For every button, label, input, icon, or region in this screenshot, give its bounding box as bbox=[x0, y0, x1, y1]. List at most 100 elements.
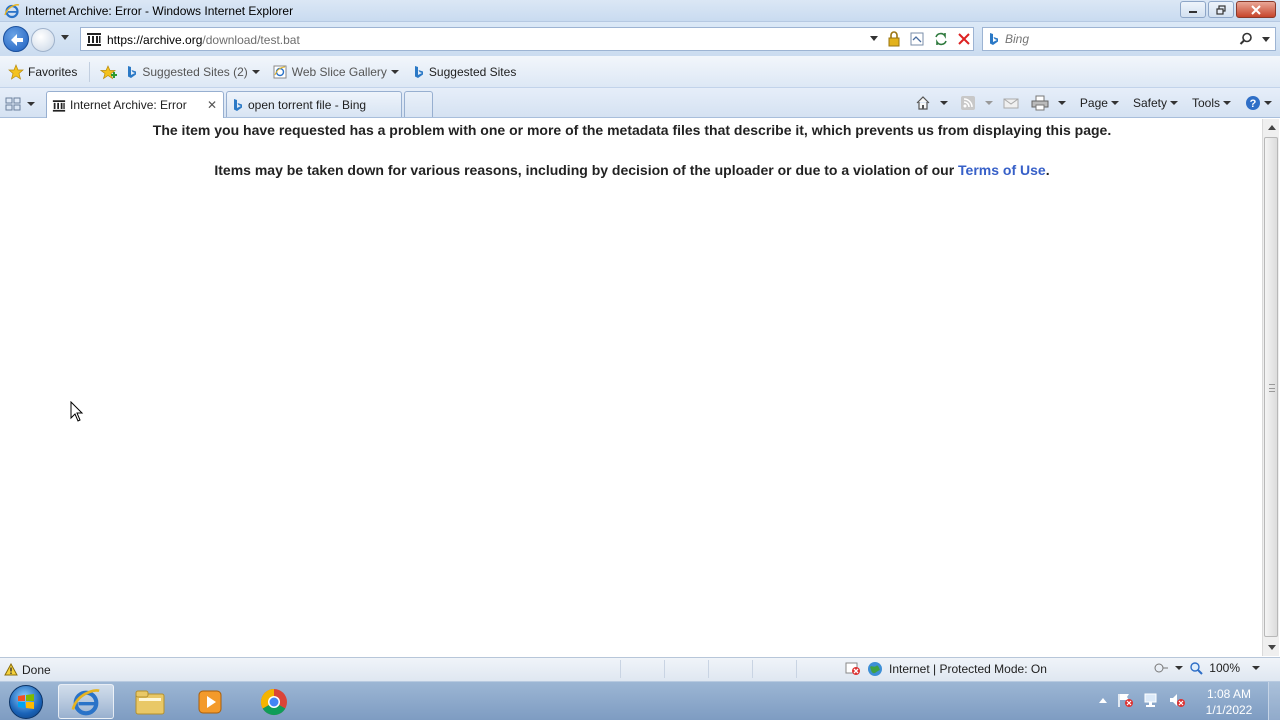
search-input[interactable] bbox=[1005, 31, 1235, 47]
taskbar-chrome[interactable] bbox=[246, 684, 302, 719]
read-mail-button[interactable] bbox=[1003, 96, 1019, 110]
print-button[interactable] bbox=[1031, 95, 1066, 111]
show-hidden-icons-icon[interactable] bbox=[1098, 696, 1108, 704]
restore-button[interactable] bbox=[1208, 1, 1234, 18]
favorites-button[interactable]: Favorites bbox=[4, 61, 81, 83]
chrome-icon bbox=[260, 688, 287, 715]
url-text: https://archive.org/download/test.bat bbox=[107, 33, 300, 47]
zoom-icon bbox=[1190, 662, 1204, 675]
tab-internet-archive-error[interactable]: Internet Archive: Error ✕ bbox=[46, 91, 224, 118]
address-dropdown-icon[interactable] bbox=[869, 35, 879, 43]
compatibility-view-icon[interactable] bbox=[909, 31, 925, 47]
taskbar-file-explorer[interactable] bbox=[122, 684, 178, 719]
status-panels bbox=[620, 660, 840, 678]
mail-icon bbox=[1003, 98, 1019, 109]
search-icon[interactable] bbox=[1239, 32, 1253, 46]
stop-icon[interactable] bbox=[957, 32, 971, 46]
action-center-flag-icon[interactable] bbox=[1116, 692, 1134, 708]
status-text: Done bbox=[22, 663, 51, 677]
zoom-level: 100% bbox=[1209, 661, 1240, 675]
scroll-down-button[interactable] bbox=[1263, 639, 1280, 656]
chevron-down-icon[interactable] bbox=[984, 101, 993, 105]
blocked-content-icon bbox=[845, 662, 860, 675]
tab-list-dropdown-icon[interactable] bbox=[27, 102, 35, 106]
clock-time: 1:08 AM bbox=[1206, 687, 1252, 701]
taskbar-internet-explorer[interactable] bbox=[58, 684, 114, 719]
favorites-item-label: Suggested Sites bbox=[428, 64, 517, 79]
terms-of-use-link[interactable]: Terms of Use bbox=[958, 162, 1046, 178]
tools-menu-label: Tools bbox=[1191, 96, 1220, 110]
help-icon: ? bbox=[1246, 96, 1260, 110]
help-menu[interactable]: ? bbox=[1245, 95, 1272, 111]
zoom-control[interactable]: 100% bbox=[1153, 661, 1260, 675]
recent-pages-dropdown-icon[interactable] bbox=[60, 34, 70, 42]
internet-explorer-icon bbox=[4, 4, 20, 19]
refresh-icon[interactable] bbox=[933, 31, 949, 47]
tab-label: open torrent file - Bing bbox=[248, 97, 367, 112]
archive-site-icon bbox=[87, 33, 101, 46]
page-menu[interactable]: Page bbox=[1080, 96, 1119, 110]
windows-logo-icon bbox=[9, 684, 43, 719]
home-button[interactable] bbox=[915, 95, 948, 111]
restore-icon bbox=[1216, 4, 1226, 15]
window-title: Internet Archive: Error - Windows Intern… bbox=[25, 4, 294, 18]
chevron-down-icon bbox=[1110, 101, 1119, 105]
quick-tabs-icon bbox=[5, 97, 21, 111]
search-box bbox=[982, 27, 1276, 51]
chevron-down-icon bbox=[251, 69, 260, 74]
navigation-bar: https://archive.org/download/test.bat bbox=[0, 22, 1280, 56]
scroll-down-arrow-icon bbox=[1267, 645, 1276, 650]
bing-icon bbox=[128, 65, 137, 78]
favorites-item-suggested-sites[interactable]: Suggested Sites bbox=[409, 61, 520, 83]
scrollbar-grip bbox=[1269, 384, 1275, 392]
favorites-divider bbox=[89, 61, 91, 82]
quick-tabs-button[interactable] bbox=[5, 94, 43, 114]
minimize-button[interactable] bbox=[1180, 1, 1206, 18]
zoom-dropdown-icon[interactable] bbox=[1252, 666, 1260, 670]
forward-button[interactable] bbox=[31, 28, 55, 52]
back-arrow-icon bbox=[11, 34, 23, 46]
search-options-dropdown-icon[interactable] bbox=[1261, 36, 1271, 44]
mouse-cursor-icon bbox=[70, 401, 84, 422]
page-effects-icon[interactable] bbox=[1153, 661, 1169, 675]
favorites-item-label: Suggested Sites (2) bbox=[142, 64, 248, 79]
start-button[interactable] bbox=[4, 683, 48, 720]
scroll-up-button[interactable] bbox=[1263, 119, 1280, 136]
taskbar-media-player[interactable] bbox=[182, 684, 238, 719]
system-clock[interactable]: 1:08 AM 1/1/2022 bbox=[1194, 686, 1264, 718]
close-tab-icon[interactable]: ✕ bbox=[207, 98, 217, 112]
security-zone[interactable]: Internet | Protected Mode: On bbox=[845, 661, 1047, 677]
close-window-button[interactable] bbox=[1236, 1, 1276, 18]
new-tab-button[interactable] bbox=[404, 91, 433, 117]
lock-icon[interactable] bbox=[887, 31, 901, 47]
scrollbar-thumb[interactable] bbox=[1264, 137, 1278, 637]
tools-menu[interactable]: Tools bbox=[1192, 96, 1231, 110]
chevron-down-icon[interactable] bbox=[1057, 101, 1066, 105]
svg-text:?: ? bbox=[1250, 98, 1257, 110]
favorites-item-label: Web Slice Gallery bbox=[291, 64, 387, 79]
bing-icon bbox=[234, 98, 242, 111]
feeds-button[interactable] bbox=[960, 95, 993, 111]
ie-page-icon bbox=[273, 65, 287, 78]
address-bar[interactable]: https://archive.org/download/test.bat bbox=[80, 27, 974, 51]
show-desktop-button[interactable] bbox=[1268, 682, 1280, 720]
favorites-item-web-slice-gallery[interactable]: Web Slice Gallery bbox=[268, 61, 403, 83]
taskbar: 1:08 AM 1/1/2022 bbox=[0, 681, 1280, 720]
add-to-favorites-bar-button[interactable] bbox=[96, 61, 122, 83]
chevron-down-icon[interactable] bbox=[1175, 666, 1184, 670]
network-icon[interactable] bbox=[1142, 692, 1160, 708]
vertical-scrollbar[interactable] bbox=[1262, 119, 1279, 656]
favorites-item-suggested-sites-2[interactable]: Suggested Sites (2) bbox=[122, 61, 263, 83]
safety-menu[interactable]: Safety bbox=[1133, 96, 1178, 110]
security-zone-label: Internet | Protected Mode: On bbox=[889, 662, 1047, 676]
chevron-down-icon[interactable] bbox=[939, 101, 948, 105]
internet-globe-icon bbox=[868, 662, 882, 676]
tab-open-torrent-file-bing[interactable]: open torrent file - Bing bbox=[226, 91, 402, 117]
volume-muted-icon[interactable] bbox=[1168, 692, 1186, 708]
chevron-down-icon bbox=[1264, 101, 1272, 105]
back-button[interactable] bbox=[3, 26, 29, 52]
safety-menu-label: Safety bbox=[1132, 96, 1167, 110]
notification-area bbox=[1098, 692, 1186, 708]
add-favorite-icon bbox=[100, 64, 118, 79]
tab-label: Internet Archive: Error bbox=[70, 98, 187, 112]
